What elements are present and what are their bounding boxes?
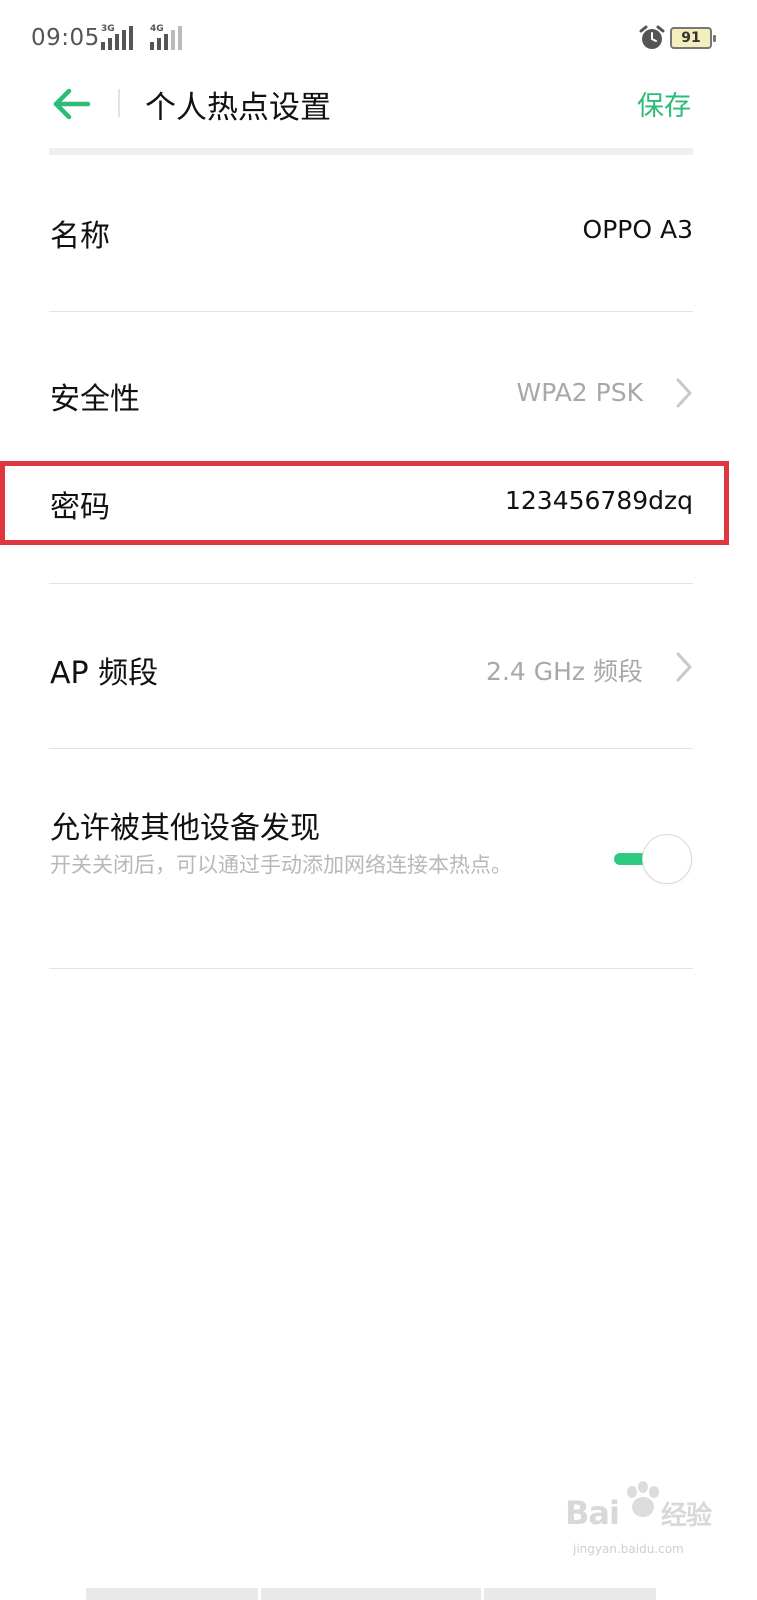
highlight-box — [0, 461, 729, 545]
header-divider — [49, 148, 693, 155]
title-bar: 个人热点设置 保存 — [0, 70, 757, 148]
alarm-clock-icon — [639, 25, 665, 49]
setting-row-ap-band[interactable]: AP 频段 2.4 GHz 频段 — [0, 584, 757, 748]
setting-row-name[interactable]: 名称 OPPO A3 — [0, 155, 757, 311]
status-time: 09:05 — [31, 25, 100, 51]
ap-band-value: 2.4 GHz 频段 — [486, 657, 643, 686]
battery-level: 91 — [681, 30, 701, 46]
page-title: 个人热点设置 — [145, 90, 331, 126]
signal-3g-icon: 3G — [101, 24, 133, 50]
security-label: 安全性 — [50, 382, 140, 417]
discoverable-toggle[interactable] — [612, 834, 694, 884]
watermark-logo: Bai 经验 — [565, 1494, 712, 1532]
name-label: 名称 — [50, 219, 110, 254]
back-arrow-icon[interactable] — [52, 84, 92, 124]
discoverable-description: 开关关闭后，可以通过手动添加网络连接本热点。 — [50, 853, 512, 877]
ap-band-label: AP 频段 — [50, 656, 159, 691]
security-value: WPA2 PSK — [516, 378, 644, 407]
baidu-jingyan-watermark: Bai 经验 jingyan.baidu.com — [565, 1480, 715, 1570]
divider — [49, 968, 693, 969]
save-button[interactable]: 保存 — [637, 84, 691, 123]
toggle-knob — [642, 834, 692, 884]
battery-icon: 91 — [670, 27, 716, 49]
chevron-right-icon — [676, 652, 692, 682]
chevron-right-icon — [676, 378, 692, 408]
watermark-url: jingyan.baidu.com — [573, 1542, 684, 1556]
title-separator — [118, 89, 120, 117]
setting-row-security[interactable]: 安全性 WPA2 PSK — [0, 312, 757, 462]
navigation-bar — [86, 1588, 656, 1600]
signal-4g-icon: 4G — [146, 24, 182, 50]
name-value: OPPO A3 — [582, 215, 693, 244]
discoverable-label: 允许被其他设备发现 — [50, 811, 320, 846]
status-bar: 09:05 3G 4G 91 — [0, 0, 757, 70]
